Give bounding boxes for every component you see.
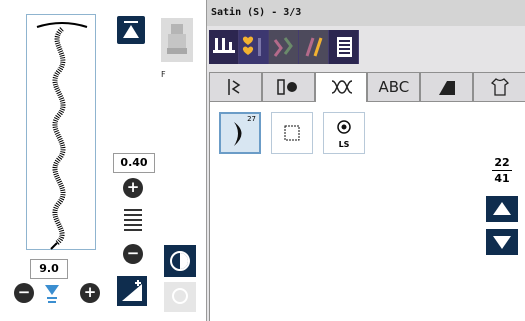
tab-decorative[interactable] [314, 72, 368, 102]
tab-satin[interactable] [420, 72, 474, 102]
stitch-toolbar [209, 30, 359, 64]
heart-icon [242, 36, 261, 56]
stitch-width-value: 0.40 [113, 153, 155, 173]
presser-foot-tool-button[interactable] [209, 30, 239, 64]
stitch-cell-ls[interactable]: LS [323, 112, 365, 154]
width-increase-button[interactable]: + [123, 178, 143, 198]
shirt-icon [490, 78, 509, 96]
presser-foot-tool-icon [213, 38, 235, 53]
stitch-selection-panel: Satin (S) - 3/3 ABC [206, 0, 525, 321]
length-decrease-button[interactable]: − [14, 283, 34, 303]
page-up-button[interactable] [486, 196, 518, 222]
square-stitch-icon [284, 125, 300, 141]
presser-foot-icon [161, 18, 193, 62]
stitch-preview [26, 14, 96, 250]
current-page: 22 [494, 156, 510, 169]
width-decrease-button[interactable]: − [123, 244, 143, 264]
page-indicator: 22 41 [490, 156, 514, 185]
triangle-down-icon [493, 236, 511, 249]
page-title: Satin (S) - 3/3 [207, 0, 525, 26]
auto-adjust-icon [122, 280, 142, 301]
arrow-up-to-top-icon [123, 21, 139, 38]
disabled-circle-icon [172, 288, 188, 304]
triangle-up-icon [493, 202, 511, 215]
stitch-label: LS [338, 140, 350, 149]
stitch-cell-27[interactable]: 27 [219, 112, 261, 154]
length-increase-button[interactable]: + [80, 283, 100, 303]
total-pages: 41 [494, 172, 510, 185]
stitch-length-value: 9.0 [30, 259, 68, 279]
stitch-number: 27 [247, 115, 256, 123]
needle-position-up-button[interactable] [117, 16, 145, 44]
heart-stitch-tool-button[interactable] [239, 30, 269, 64]
stitch-density-icon [124, 209, 142, 235]
stitch-settings-panel: F 0.40 + − 9.0 − + [0, 0, 204, 321]
memory-tool-button[interactable] [329, 30, 359, 64]
needle-tool-button[interactable] [299, 30, 329, 64]
color-stitch-icon [273, 37, 293, 57]
mirror-image-button[interactable] [164, 245, 196, 277]
needle-icon [305, 37, 323, 57]
page-down-button[interactable] [486, 229, 518, 255]
tab-garment[interactable] [473, 72, 525, 102]
color-tool-button[interactable] [269, 30, 299, 64]
stitch-length-icon [44, 283, 60, 305]
stitch-category-tabs: ABC [209, 72, 525, 102]
decorative-stitch-icon [331, 80, 353, 94]
buttonhole-icon [277, 79, 298, 95]
tab-alphabet[interactable]: ABC [367, 72, 421, 102]
tab-buttonhole[interactable] [261, 72, 315, 102]
memory-icon [337, 37, 352, 57]
auto-adjust-button[interactable] [117, 276, 147, 306]
utility-stitch-icon [228, 79, 241, 95]
presser-foot-letter: F [161, 70, 166, 79]
ls-stitch-icon [337, 120, 351, 134]
mirror-icon [170, 251, 190, 271]
disabled-option-button [164, 282, 196, 312]
tab-utility[interactable] [209, 72, 262, 102]
satin-stitch-icon [438, 81, 455, 95]
stitch-cell-square[interactable] [271, 112, 313, 154]
satin-stitch-preview-graphic [36, 22, 88, 250]
